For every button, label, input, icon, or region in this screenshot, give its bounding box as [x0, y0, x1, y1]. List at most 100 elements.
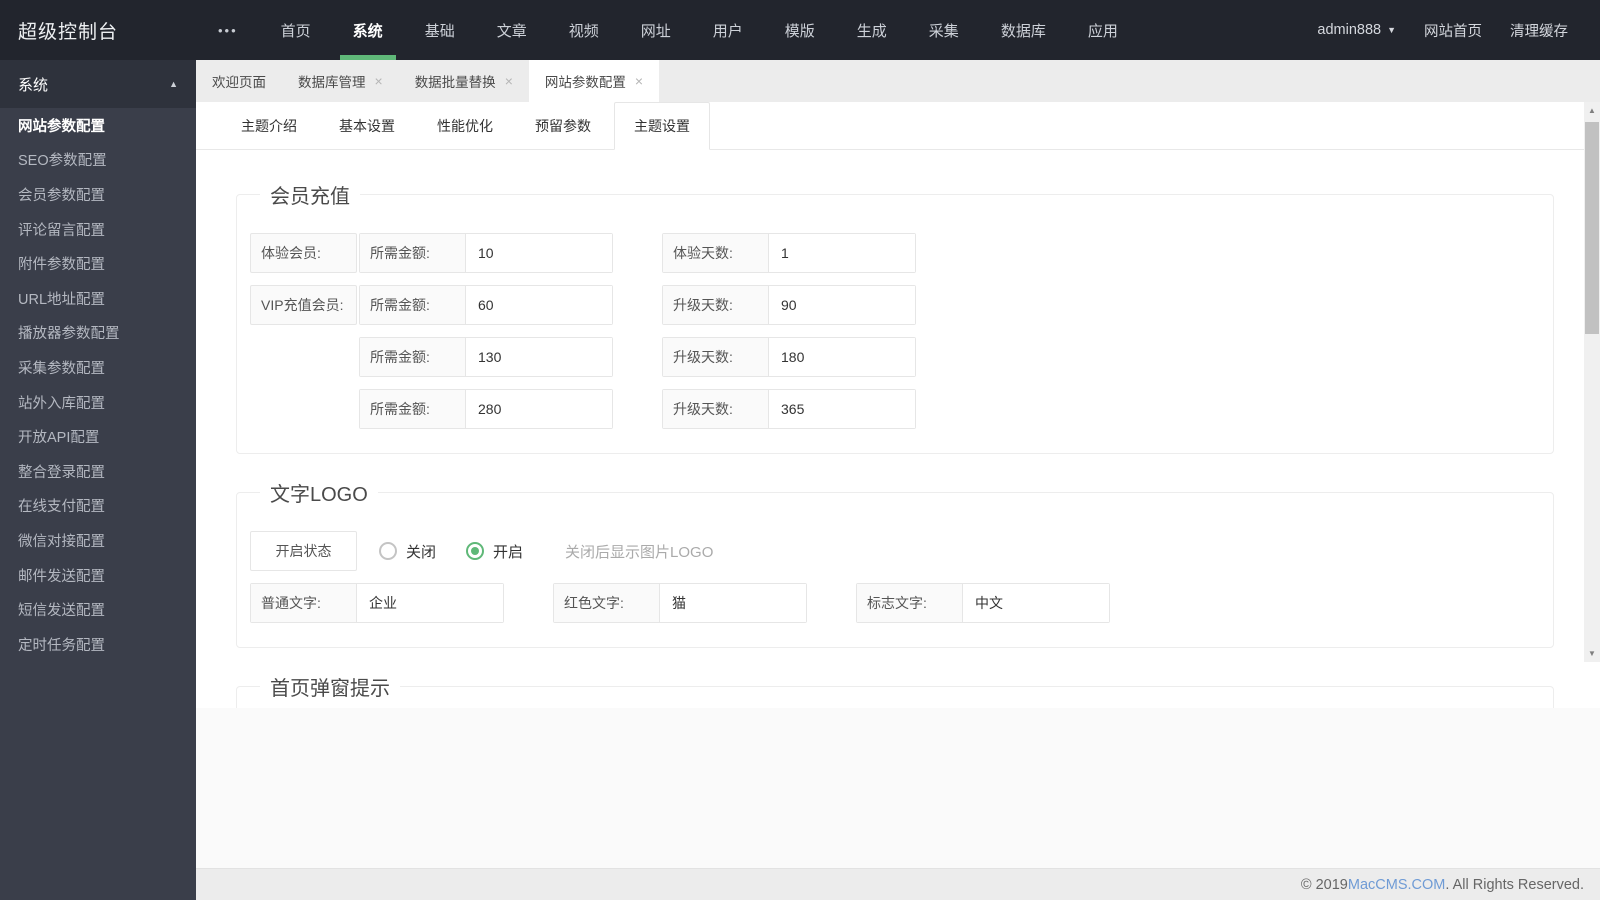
days-input[interactable] — [769, 338, 915, 376]
top-menu-item-generate[interactable]: 生成 — [836, 0, 908, 60]
sidebar-item-cron-config[interactable]: 定时任务配置 — [0, 627, 196, 662]
scrollbar-down-button[interactable]: ▼ — [1584, 645, 1600, 662]
chevron-up-icon: ▲ — [169, 79, 178, 89]
top-menu-item-app[interactable]: 应用 — [1067, 0, 1139, 60]
sidebar-item-email-config[interactable]: 邮件发送配置 — [0, 558, 196, 593]
main-layout: 系统 ▲ 网站参数配置 SEO参数配置 会员参数配置 评论留言配置 附件参数配置… — [0, 60, 1600, 900]
logo-text-row: 普通文字: 红色文字: 标志文字: — [250, 583, 1539, 623]
section-legend: 首页弹窗提示 — [270, 678, 390, 700]
days-input[interactable] — [769, 234, 915, 272]
member-recharge-section: 会员充值 体验会员: 所需金额: 体验天数: VIP充值会员: — [236, 180, 1554, 454]
logo-status-row: 开启状态 关闭 开启 关闭后显示图片LOGO — [250, 531, 1539, 571]
tab-batch-replace[interactable]: 数据批量替换 × — [399, 60, 529, 102]
subtab-performance[interactable]: 性能优化 — [418, 102, 512, 149]
days-field: 升级天数: — [662, 337, 916, 377]
member-row: 体验会员: 所需金额: 体验天数: — [250, 233, 1539, 273]
radio-unselected-icon[interactable] — [379, 542, 397, 560]
amount-field: 所需金额: — [359, 285, 613, 325]
days-field: 升级天数: — [662, 285, 916, 325]
topbar-right: admin888 ▼ 网站首页 清理缓存 — [1303, 0, 1600, 60]
top-menu-item-article[interactable]: 文章 — [476, 0, 548, 60]
logo-status-label: 开启状态 — [250, 531, 357, 571]
top-menu-item-website[interactable]: 网址 — [620, 0, 692, 60]
subtab-theme-intro[interactable]: 主题介绍 — [222, 102, 316, 149]
topbar: 超级控制台 ••• 首页 系统 基础 文章 视频 网址 用户 模版 生成 采集 … — [0, 0, 1600, 60]
settings-subtabs: 主题介绍 基本设置 性能优化 预留参数 主题设置 — [196, 102, 1600, 150]
top-menu-item-video[interactable]: 视频 — [548, 0, 620, 60]
member-row: 所需金额: 升级天数: — [250, 389, 1539, 429]
normal-text-input[interactable] — [357, 584, 503, 622]
radio-logo-on[interactable]: 开启 — [466, 541, 523, 562]
copyright-text: © 2019 — [1300, 876, 1348, 893]
active-menu-underline — [339, 55, 396, 60]
sidebar-item-collect-params[interactable]: 采集参数配置 — [0, 350, 196, 385]
member-group-label: 体验会员: — [250, 233, 357, 273]
days-field: 升级天数: — [662, 389, 916, 429]
red-text-input[interactable] — [660, 584, 806, 622]
chevron-down-icon: ▼ — [1387, 25, 1396, 35]
member-group-label: VIP充值会员: — [250, 285, 357, 325]
sidebar-item-online-payment[interactable]: 在线支付配置 — [0, 489, 196, 524]
page-tabs: 欢迎页面 数据库管理 × 数据批量替换 × 网站参数配置 × — [196, 60, 1600, 102]
top-menu-item-basic[interactable]: 基础 — [404, 0, 476, 60]
subtab-reserved-params[interactable]: 预留参数 — [516, 102, 610, 149]
sidebar-item-player-params[interactable]: 播放器参数配置 — [0, 316, 196, 351]
more-menu-icon[interactable]: ••• — [196, 0, 260, 60]
site-home-link[interactable]: 网站首页 — [1410, 20, 1496, 41]
tab-database-manage[interactable]: 数据库管理 × — [282, 60, 399, 102]
maccms-link[interactable]: MacCMS.COM — [1348, 877, 1445, 893]
tab-content: 主题介绍 基本设置 性能优化 预留参数 主题设置 会员充值 体验会员: 所需金额… — [196, 102, 1600, 708]
sidebar-item-seo-params[interactable]: SEO参数配置 — [0, 143, 196, 178]
days-input[interactable] — [769, 286, 915, 324]
subtab-basic-settings[interactable]: 基本设置 — [320, 102, 414, 149]
close-icon[interactable]: × — [375, 74, 383, 88]
scrollbar-up-button[interactable]: ▲ — [1584, 102, 1600, 119]
scrollbar[interactable]: ▲ ▼ — [1584, 102, 1600, 662]
mark-text-input[interactable] — [963, 584, 1109, 622]
sidebar-item-open-api[interactable]: 开放API配置 — [0, 419, 196, 454]
close-icon[interactable]: × — [505, 74, 513, 88]
copyright-suffix: . All Rights Reserved. — [1445, 876, 1584, 893]
member-row: VIP充值会员: 所需金额: 升级天数: — [250, 285, 1539, 325]
sidebar-item-url-config[interactable]: URL地址配置 — [0, 281, 196, 316]
scrollbar-thumb[interactable] — [1585, 122, 1599, 334]
logo-hint: 关闭后显示图片LOGO — [565, 543, 714, 561]
radio-logo-off[interactable]: 关闭 — [379, 541, 436, 562]
sidebar-item-member-params[interactable]: 会员参数配置 — [0, 177, 196, 212]
amount-input[interactable] — [466, 286, 612, 324]
content-background — [196, 708, 1600, 868]
radio-selected-icon[interactable] — [466, 542, 485, 560]
top-menu-item-database[interactable]: 数据库 — [980, 0, 1067, 60]
days-input[interactable] — [769, 390, 915, 428]
footer: © 2019 MacCMS.COM . All Rights Reserved. — [196, 868, 1600, 900]
subtab-theme-settings[interactable]: 主题设置 — [614, 102, 710, 150]
section-legend: 会员充值 — [270, 186, 350, 208]
top-menu-item-template[interactable]: 模版 — [764, 0, 836, 60]
days-field: 体验天数: — [662, 233, 916, 273]
amount-input[interactable] — [466, 390, 612, 428]
top-menu: 首页 系统 基础 文章 视频 网址 用户 模版 生成 采集 数据库 应用 — [260, 0, 1139, 60]
sidebar: 系统 ▲ 网站参数配置 SEO参数配置 会员参数配置 评论留言配置 附件参数配置… — [0, 60, 196, 900]
top-menu-item-collect[interactable]: 采集 — [908, 0, 980, 60]
sidebar-item-site-params[interactable]: 网站参数配置 — [0, 108, 196, 143]
sidebar-item-sms-config[interactable]: 短信发送配置 — [0, 592, 196, 627]
form-body: 会员充值 体验会员: 所需金额: 体验天数: VIP充值会员: — [196, 150, 1600, 708]
amount-field: 所需金额: — [359, 233, 613, 273]
normal-text-field: 普通文字: — [250, 583, 504, 623]
sidebar-item-external-storage[interactable]: 站外入库配置 — [0, 385, 196, 420]
tab-welcome[interactable]: 欢迎页面 — [196, 60, 282, 102]
sidebar-item-integrated-login[interactable]: 整合登录配置 — [0, 454, 196, 489]
amount-input[interactable] — [466, 338, 612, 376]
clear-cache-link[interactable]: 清理缓存 — [1496, 20, 1582, 41]
top-menu-item-user[interactable]: 用户 — [692, 0, 764, 60]
close-icon[interactable]: × — [635, 74, 643, 88]
sidebar-group-system[interactable]: 系统 ▲ — [0, 60, 196, 108]
sidebar-item-attachment-params[interactable]: 附件参数配置 — [0, 246, 196, 281]
top-menu-item-home[interactable]: 首页 — [260, 0, 332, 60]
user-dropdown[interactable]: admin888 ▼ — [1303, 22, 1410, 38]
sidebar-item-wechat-config[interactable]: 微信对接配置 — [0, 523, 196, 558]
top-menu-item-system[interactable]: 系统 — [332, 0, 404, 60]
sidebar-item-comment-params[interactable]: 评论留言配置 — [0, 212, 196, 247]
amount-input[interactable] — [466, 234, 612, 272]
tab-site-params[interactable]: 网站参数配置 × — [528, 60, 660, 102]
